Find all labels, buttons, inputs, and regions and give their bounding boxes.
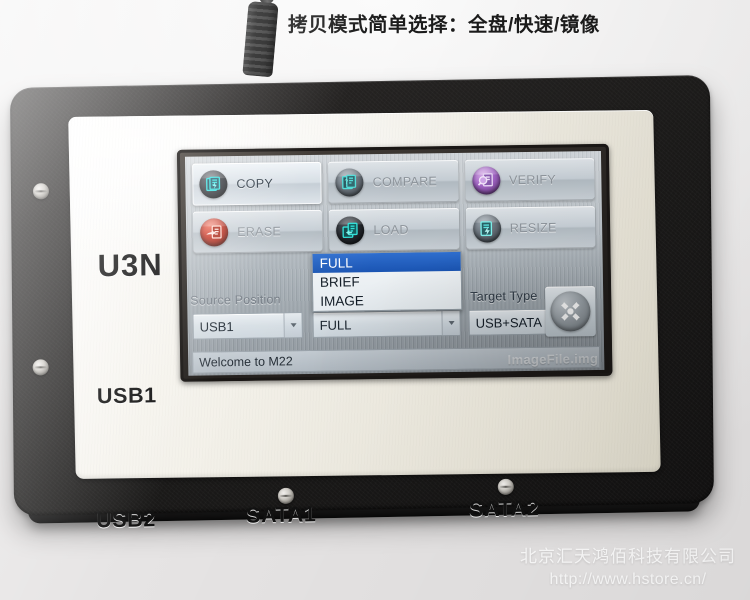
duplicator-device: U3N USB1 USB2 SATA1 SATA2 COPY ? COMPARE… bbox=[9, 75, 714, 532]
port-label-usb2: USB2 bbox=[96, 507, 157, 533]
function-button-grid: COPY ? COMPARE VERIFY ERASE LOAD RESIZE bbox=[192, 158, 596, 254]
verify-button-label: VERIFY bbox=[508, 172, 557, 188]
touchscreen[interactable]: COPY ? COMPARE VERIFY ERASE LOAD RESIZE … bbox=[184, 150, 605, 376]
compare-document-icon: ? bbox=[335, 168, 364, 197]
compare-button[interactable]: ? COMPARE bbox=[328, 159, 459, 204]
source-position-label: Source Position bbox=[190, 292, 281, 308]
copy-document-icon bbox=[199, 170, 228, 199]
resize-button-label: RESIZE bbox=[509, 220, 557, 236]
erase-hand-icon bbox=[199, 218, 229, 247]
copy-mode-value: FULL bbox=[319, 316, 352, 333]
status-text: Welcome to M22 bbox=[199, 354, 293, 370]
port-label-sata2: SATA2 bbox=[468, 496, 540, 522]
copy-button-label: COPY bbox=[236, 176, 274, 192]
copy-mode-option-brief[interactable]: BRIEF bbox=[313, 271, 461, 292]
watermark-url: http://www.hstore.cn/ bbox=[549, 570, 707, 588]
load-document-icon bbox=[336, 216, 365, 245]
load-button-label: LOAD bbox=[373, 222, 409, 238]
image-file-watermark: ImageFile.img bbox=[507, 350, 599, 368]
header-caption: 拷贝模式简单选择：全盘/快速/镜像 bbox=[288, 14, 600, 36]
chevron-down-icon[interactable] bbox=[441, 310, 460, 336]
compare-button-label: COMPARE bbox=[372, 174, 438, 190]
power-cable bbox=[240, 0, 282, 80]
corporate-watermark: 北京汇天鸿佰科技有限公司 http://www.hstore.cn/ bbox=[520, 546, 736, 590]
resize-button[interactable]: RESIZE bbox=[465, 206, 596, 250]
copy-mode-option-full[interactable]: FULL bbox=[312, 251, 461, 273]
erase-button[interactable]: ERASE bbox=[192, 209, 323, 254]
settings-button[interactable] bbox=[545, 286, 596, 337]
svg-text:?: ? bbox=[344, 178, 348, 185]
source-position-value: USB1 bbox=[199, 318, 234, 335]
lcd-bezel: COPY ? COMPARE VERIFY ERASE LOAD RESIZE … bbox=[176, 143, 613, 382]
target-type-label: Target Type bbox=[470, 288, 538, 304]
erase-button-label: ERASE bbox=[237, 224, 282, 240]
copy-mode-dropdown-list[interactable]: FULL BRIEF IMAGE bbox=[311, 250, 463, 312]
resize-document-icon bbox=[472, 214, 502, 243]
port-label-usb1: USB1 bbox=[96, 383, 157, 409]
load-button[interactable]: LOAD bbox=[329, 207, 460, 252]
wrench-icon bbox=[550, 291, 591, 332]
copy-mode-select[interactable]: FULL bbox=[312, 309, 461, 338]
photo-backdrop: 拷贝模式简单选择：全盘/快速/镜像 U3N USB1 USB2 SATA1 SA… bbox=[0, 0, 750, 600]
verify-magnifier-icon bbox=[471, 166, 501, 195]
watermark-company: 北京汇天鸿佰科技有限公司 bbox=[520, 547, 736, 567]
port-label-sata1: SATA1 bbox=[245, 502, 317, 528]
cable-strain-relief bbox=[242, 0, 279, 78]
control-row: Source Position Target Type USB1 FULL BR… bbox=[190, 250, 597, 348]
model-label-u3n: U3N bbox=[97, 247, 163, 284]
copy-button[interactable]: COPY bbox=[192, 161, 323, 206]
copy-mode-option-image[interactable]: IMAGE bbox=[313, 290, 461, 311]
verify-button[interactable]: VERIFY bbox=[464, 158, 595, 202]
chevron-down-icon[interactable] bbox=[283, 313, 302, 338]
source-position-select[interactable]: USB1 bbox=[192, 312, 303, 340]
